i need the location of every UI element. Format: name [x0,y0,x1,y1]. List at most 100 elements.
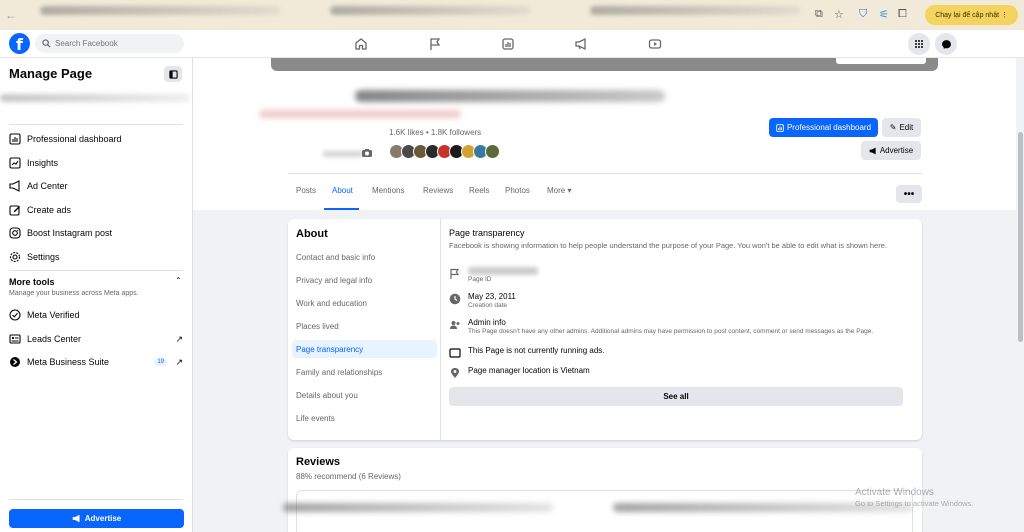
puzzle-icon[interactable]: ⧠ [898,8,907,21]
back-icon[interactable]: ← [0,8,22,22]
dashboard-icon[interactable] [500,36,516,52]
cast-icon[interactable]: ⧉ [815,8,823,21]
dashboard-icon [9,133,21,145]
professional-dashboard-button[interactable]: Professional dashboard [769,118,878,137]
facebook-logo-icon[interactable]: f [9,33,30,54]
more-options-button[interactable]: ••• [896,185,922,203]
video-icon[interactable] [647,36,663,52]
star-icon[interactable]: ☆ [834,8,844,21]
sidebar-item-label: Insights [27,158,59,168]
scrollbar-thumb[interactable] [1018,132,1023,342]
browser-toolbar: ← ⧉ ☆ ⛉ ⚟ ⧠ ◉ Chạy lại để cập nhật ⋮ [0,0,1024,30]
divider [9,270,183,271]
tab-mentions[interactable]: Mentions [372,186,404,195]
advertise-label: Advertise [84,514,122,523]
blurred-page-id [468,267,538,275]
blurred-text [323,151,363,157]
external-link-icon: ↗ [175,356,183,367]
reviews-summary: 88% recommend (6 Reviews) [296,472,401,481]
page-scrollbar[interactable] [1016,58,1024,532]
about-item-details[interactable]: Details about you [292,386,437,404]
search-input[interactable] [55,39,175,48]
sidebar-item-label: Settings [27,252,60,262]
ads-status-row: This Page is not currently running ads. [449,346,605,359]
about-nav: About Contact and basic info Privacy and… [288,219,441,440]
megaphone-icon [869,147,876,154]
ads-status: This Page is not currently running ads. [468,346,605,355]
blurred-tab [40,6,280,15]
main-content: 1.6K likes • 1.8K followers Professional… [193,58,1024,532]
shield-icon[interactable]: ⛉ [859,8,867,21]
about-item-life-events[interactable]: Life events [292,409,437,427]
advertise-button[interactable]: Advertise [9,509,184,528]
camera-icon[interactable] [361,148,373,158]
megaphone-icon[interactable] [573,36,589,52]
button-label: Edit [899,123,914,132]
sidebar-item-settings[interactable]: Settings [9,248,185,266]
tab-reels[interactable]: Reels [469,186,489,195]
blurred-page-title [355,90,665,102]
sidebar-collapse-icon[interactable] [164,66,182,82]
about-item-family[interactable]: Family and relationships [292,363,437,381]
sidebar-item-professional-dashboard[interactable]: Professional dashboard [9,130,185,148]
sidebar-item-create-ads[interactable]: Create ads [9,201,185,219]
see-all-button[interactable]: See all [449,387,903,406]
sidebar-item-boost-instagram[interactable]: Boost Instagram post [9,224,185,242]
tab-about[interactable]: About [332,186,353,195]
tab-photos[interactable]: Photos [505,186,530,195]
clock-icon [449,293,461,305]
megaphone-icon [72,514,80,523]
about-item-transparency[interactable]: Page transparency [292,340,437,358]
sidebar-item-ad-center[interactable]: Ad Center [9,177,185,195]
divider [9,124,183,125]
about-item-places[interactable]: Places lived [292,317,437,335]
about-item-work[interactable]: Work and education [292,294,437,312]
blurred-review-text [283,503,553,512]
watermark-subtitle: Go to Settings to activate Windows. [855,499,974,508]
more-tools-title: More tools [9,277,55,287]
admin-info-description: This Page doesn't have any other admins.… [468,328,874,335]
follower-avatars[interactable] [389,144,500,159]
tab-more[interactable]: More ▾ [547,186,571,195]
location-row: Page manager location is Vietnam [449,366,590,379]
extension-icon[interactable]: ⚟ [879,8,889,21]
messenger-icon[interactable] [935,33,957,55]
page-id-label: Page ID [468,276,492,283]
sidebar-item-meta-verified[interactable]: Meta Verified [9,306,185,324]
sidebar-item-label: Professional dashboard [27,134,122,144]
tab-reviews[interactable]: Reviews [423,186,453,195]
insights-icon [9,157,21,169]
section-title: Page transparency [449,228,525,238]
search-box[interactable] [35,34,184,53]
home-icon[interactable] [353,36,369,52]
cover-photo [271,58,938,71]
business-suite-icon [9,356,21,368]
divider [9,499,183,500]
about-item-privacy[interactable]: Privacy and legal info [292,271,437,289]
about-title: About [296,228,328,240]
more-tools-subtitle: Manage your business across Meta apps. [9,290,139,297]
admin-icon [450,321,460,329]
sidebar-item-leads-center[interactable]: Leads Center ↗ [9,330,185,348]
about-item-contact[interactable]: Contact and basic info [292,248,437,266]
sidebar-item-label: Boost Instagram post [27,228,113,238]
pencil-icon: ✎ [889,123,897,132]
sidebar-title: Manage Page [9,66,93,81]
sidebar-item-insights[interactable]: Insights [9,154,185,172]
blurred-tab [590,6,800,15]
tab-posts[interactable]: Posts [296,186,316,195]
sidebar-item-meta-business-suite[interactable]: Meta Business Suite 19 ↗ [9,353,185,371]
update-button[interactable]: Chạy lại để cập nhật ⋮ [925,5,1018,25]
chevron-up-icon[interactable]: ⌃ [175,276,182,285]
flag-icon[interactable] [427,36,443,52]
verified-icon [9,309,21,321]
location-pin-icon [451,368,459,378]
flag-icon [450,268,460,279]
advertise-header-button[interactable]: Advertise [861,141,921,160]
page-id-row: Page ID [449,267,538,283]
blurred-tab [330,6,530,15]
page-stats: 1.6K likes • 1.8K followers [389,128,482,137]
about-card: About Contact and basic info Privacy and… [288,219,922,440]
edit-button[interactable]: ✎ Edit [882,118,921,137]
apps-grid-icon[interactable] [908,33,930,55]
